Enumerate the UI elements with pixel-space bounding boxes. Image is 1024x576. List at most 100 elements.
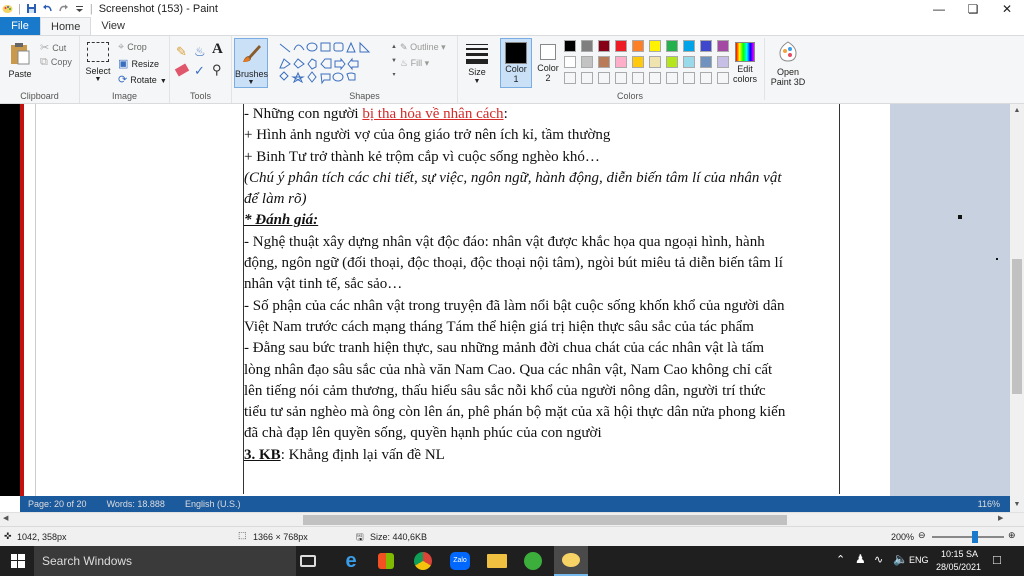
minimize-button[interactable]: — [922,0,956,17]
custom-color-slot[interactable] [700,72,712,84]
custom-color-slot[interactable] [717,72,729,84]
paste-icon [11,43,30,65]
rotate-button[interactable]: ⟳ Rotate ▼ [118,73,167,86]
tools-group-label: Tools [189,91,211,101]
wifi-icon[interactable]: ∿ [874,553,883,566]
eraser-icon[interactable] [174,63,190,77]
clock-time[interactable]: 10:15 SA [941,549,978,559]
palette-swatch[interactable] [700,40,712,52]
color-picker-icon[interactable]: ✓ [194,63,205,79]
resize-button[interactable]: ▣ Resize [118,57,159,70]
palette-swatch[interactable] [598,56,610,68]
clock-date[interactable]: 28/05/2021 [936,562,981,572]
save-icon[interactable] [26,3,37,14]
scroll-up-icon[interactable]: ▲ [1010,104,1024,118]
text-icon[interactable]: A [212,41,223,58]
palette-swatch[interactable] [615,40,627,52]
open-paint3d-button[interactable]: Open Paint 3D [768,40,808,87]
brushes-button[interactable]: Brushes ▼ [234,38,268,88]
shapes-scroll[interactable]: ▲ ▼ ▾ [390,40,398,86]
palette-swatch[interactable] [717,40,729,52]
color-wheel-icon [735,42,755,62]
volume-icon[interactable]: 🔈 [893,552,908,566]
palette-swatch[interactable] [649,40,661,52]
chrome-icon[interactable] [414,552,432,570]
shapes-gallery[interactable] [278,40,390,86]
custom-color-slot[interactable] [564,72,576,84]
palette-swatch[interactable] [717,56,729,68]
edge-icon[interactable]: e [340,550,362,572]
palette-swatch[interactable] [666,40,678,52]
custom-color-slot[interactable] [666,72,678,84]
zoom-slider[interactable] [932,531,1004,543]
palette-swatch[interactable] [683,56,695,68]
palette-swatch[interactable] [615,56,627,68]
custom-color-slot[interactable] [683,72,695,84]
horizontal-scrollbar[interactable]: ◀ ▶ [0,512,1024,526]
select-button[interactable]: Select ▼ [84,42,112,83]
scroll-down-icon[interactable]: ▼ [1010,498,1024,512]
zoom-in-icon[interactable]: ⊕ [1008,530,1016,541]
notification-icon[interactable]: □ [993,552,1001,567]
redo-icon[interactable] [58,3,69,14]
palette-swatch[interactable] [649,56,661,68]
palette-swatch[interactable] [564,40,576,52]
color1-button[interactable]: Color 1 [500,38,532,88]
palette-swatch[interactable] [581,40,593,52]
palette-swatch[interactable] [564,56,576,68]
crop-button[interactable]: ⌖ Crop [118,41,147,54]
zoom-slider-thumb[interactable] [972,531,979,543]
vertical-scroll-thumb[interactable] [1012,259,1022,394]
magnifier-icon[interactable]: ⚲ [212,62,222,78]
fill-icon[interactable]: ♨ [194,44,206,60]
tab-home[interactable]: Home [40,17,92,35]
palette-swatch[interactable] [632,56,644,68]
custom-color-slot[interactable] [632,72,644,84]
people-icon[interactable]: ♟ [855,552,866,566]
palette-swatch[interactable] [598,40,610,52]
palette-swatch[interactable] [632,40,644,52]
cut-button[interactable]: ✂ Cut [40,41,66,54]
horizontal-scroll-thumb[interactable] [303,515,787,525]
taskbar-search-box[interactable]: Search Windows [34,546,296,576]
language-indicator[interactable]: ENG [909,555,929,565]
pencil-icon[interactable]: ✎ [176,44,187,60]
custom-color-slot[interactable] [615,72,627,84]
tray-chevron-icon[interactable]: ⌃ [836,553,845,566]
custom-color-slot[interactable] [598,72,610,84]
paint-taskbar-icon[interactable] [554,546,588,576]
undo-icon[interactable] [42,3,53,14]
scroll-left-icon[interactable]: ◀ [3,514,8,522]
copy-button[interactable]: ⧉ Copy [40,56,72,69]
store-icon[interactable] [378,553,394,569]
outline-button[interactable]: ✎ Outline ▾ [400,42,446,53]
zalo-icon[interactable]: Zalo [450,552,470,570]
scroll-right-icon[interactable]: ▶ [998,514,1003,522]
close-button[interactable]: ✕ [990,0,1024,17]
word-word-count: Words: 18.888 [106,499,165,509]
zoom-out-icon[interactable]: ⊖ [918,530,926,541]
vertical-scrollbar[interactable]: ▲ ▼ [1010,104,1024,512]
size-button[interactable]: Size ▼ [458,36,496,103]
maximize-button[interactable]: ❏ [956,0,990,17]
task-view-icon[interactable] [300,555,316,567]
fill-button[interactable]: ♨ Fill ▾ [400,58,429,69]
app-green-icon[interactable] [524,552,542,570]
selection-size: 1366 × 768px [253,532,308,542]
edit-colors-button[interactable]: Edit colors [730,40,760,84]
tab-view[interactable]: View [91,17,135,35]
word-language: English (U.S.) [184,499,241,509]
color2-button[interactable]: Color 2 [534,38,562,88]
tab-file[interactable]: File [0,17,40,35]
palette-swatch[interactable] [666,56,678,68]
palette-swatch[interactable] [683,40,695,52]
paste-button[interactable]: Paste [4,40,36,88]
palette-swatch[interactable] [581,56,593,68]
palette-swatch[interactable] [700,56,712,68]
qat-dropdown-icon[interactable] [74,3,85,14]
custom-color-slot[interactable] [649,72,661,84]
file-explorer-icon[interactable] [487,554,507,568]
custom-color-slot[interactable] [581,72,593,84]
paint3d-label: Open [776,67,800,77]
windows-start-icon[interactable] [11,554,25,568]
